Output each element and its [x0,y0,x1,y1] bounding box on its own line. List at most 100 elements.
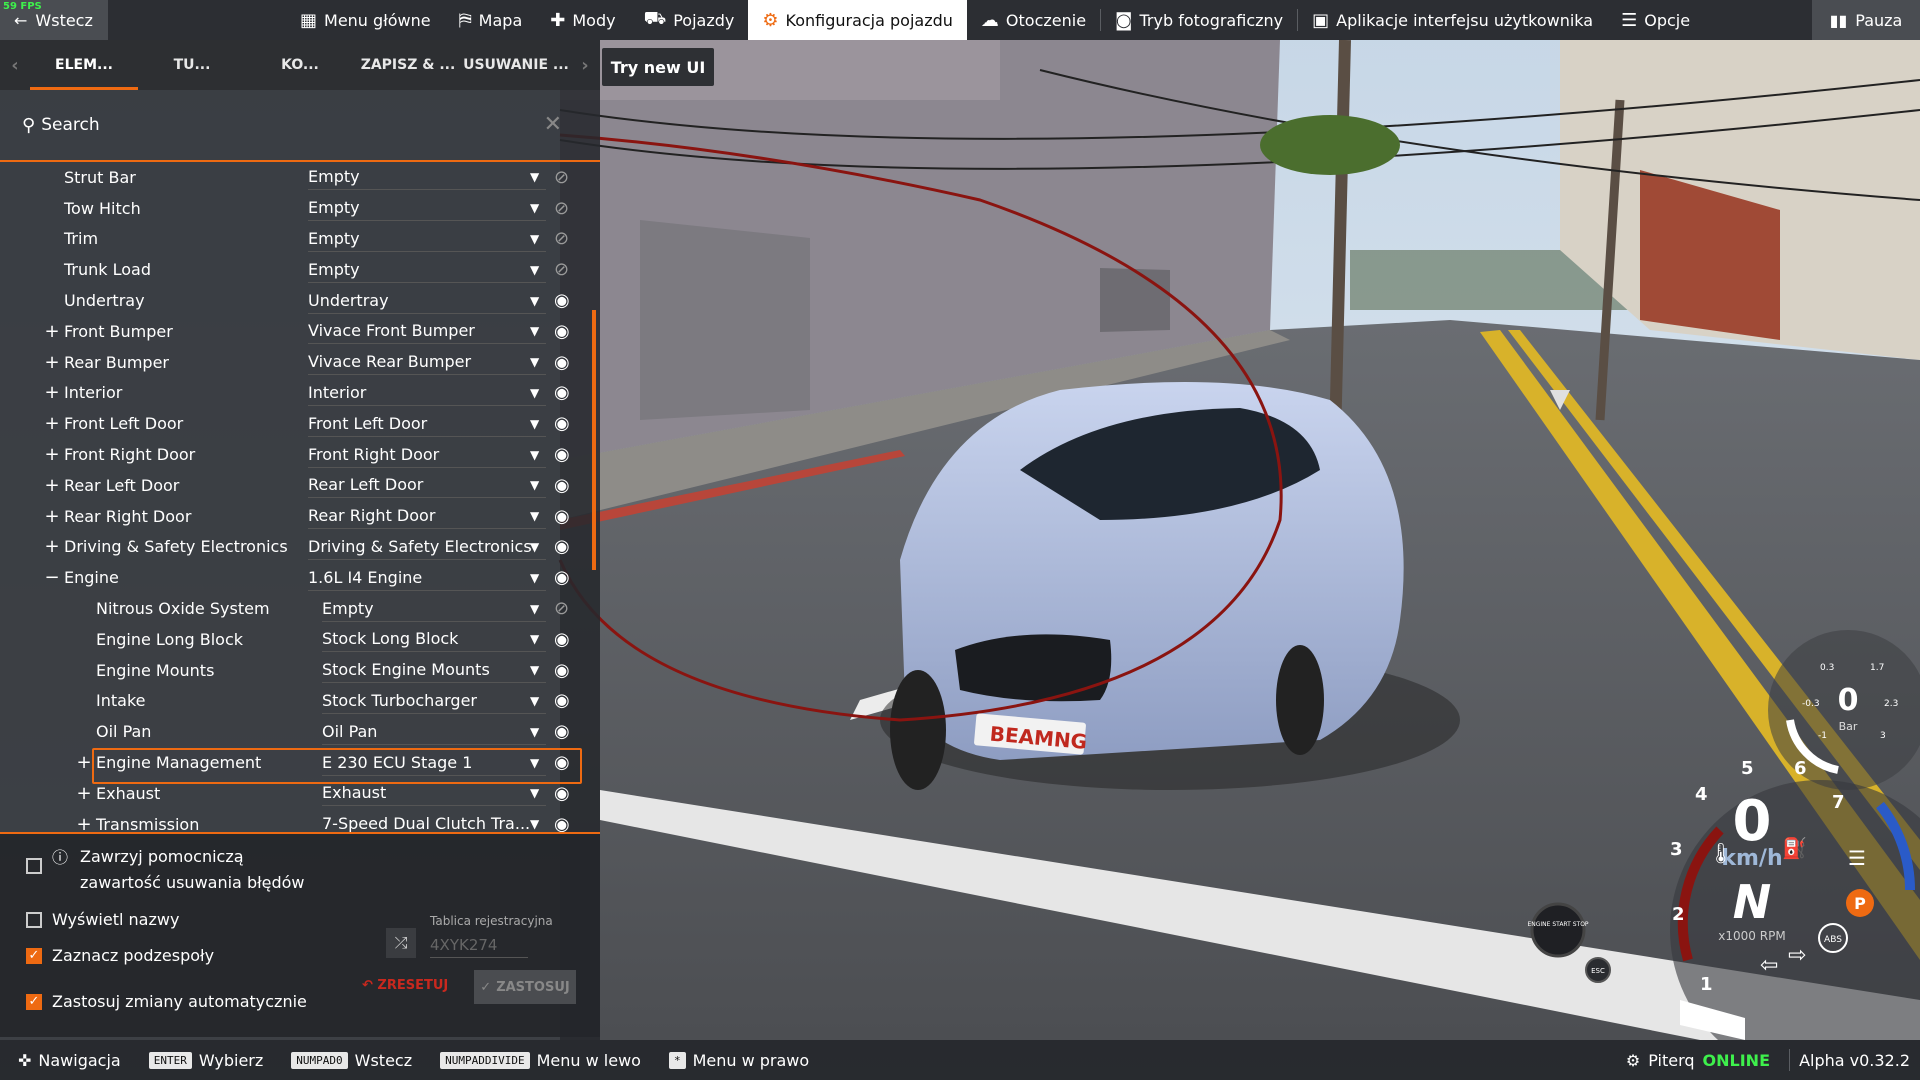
part-dropdown[interactable]: 7-Speed Dual Clutch Tra... [322,811,546,832]
eye-off-icon[interactable]: ⊘ [554,228,569,249]
tab-parts[interactable]: ELEM... [30,40,138,90]
eye-icon[interactable]: ◉ [554,752,570,773]
eye-icon[interactable]: ◉ [554,444,570,465]
tab-debug[interactable]: USUWANIE ... [462,40,570,90]
expand-icon[interactable]: + [44,413,60,434]
eye-icon[interactable]: ◉ [554,690,570,711]
chevron-down-icon[interactable]: ▼ [530,478,539,492]
engine-start-button[interactable] [1530,902,1586,958]
chevron-down-icon[interactable]: ▼ [530,232,539,246]
chevron-down-icon[interactable]: ▼ [530,663,539,677]
part-row[interactable]: + Rear Right Door Rear Right Door ▼ ◉ [0,501,600,532]
shuffle-icon[interactable]: ⤮ [386,928,416,958]
chevron-left-icon[interactable]: ‹ [0,55,30,76]
part-row[interactable]: + Front Bumper Vivace Front Bumper ▼ ◉ [0,316,600,347]
part-row[interactable]: Strut Bar Empty ▼ ⊘ [0,162,600,193]
eye-icon[interactable]: ◉ [554,536,570,557]
part-row[interactable]: − Engine 1.6L I4 Engine ▼ ◉ [0,562,600,593]
part-row[interactable]: + Front Left Door Front Left Door ▼ ◉ [0,408,600,439]
part-row[interactable]: Engine Long Block Stock Long Block ▼ ◉ [0,624,600,655]
apply-button[interactable]: ✓ ZASTOSUJ [474,970,576,1004]
part-row[interactable]: + Engine Management E 230 ECU Stage 1 ▼ ◉ [0,747,600,785]
back-button[interactable]: 59 FPS ← Wstecz [0,0,108,40]
menu-item-ui-apps[interactable]: ▣ Aplikacje interfejsu użytkownika [1298,0,1607,40]
part-dropdown[interactable]: Empty [322,596,546,622]
eye-icon[interactable]: ◉ [554,382,570,403]
part-row[interactable]: + Interior Interior ▼ ◉ [0,378,600,409]
collapse-icon[interactable]: − [44,567,60,588]
part-row[interactable]: Undertray Undertray ▼ ◉ [0,285,600,316]
eye-icon[interactable]: ◉ [554,660,570,681]
close-icon[interactable]: ✕ [544,112,562,137]
part-dropdown[interactable]: Vivace Rear Bumper [308,349,546,376]
expand-icon[interactable]: + [44,506,60,527]
part-row[interactable]: Intake Stock Turbocharger ▼ ◉ [0,686,600,717]
pause-button[interactable]: ▮▮ Pauza [1812,0,1920,40]
part-row[interactable]: Oil Pan Oil Pan ▼ ◉ [0,716,600,747]
chevron-right-icon[interactable]: › [570,55,600,76]
eye-icon[interactable]: ◉ [554,413,570,434]
chevron-down-icon[interactable]: ▼ [530,386,539,400]
part-dropdown[interactable]: Exhaust [322,780,546,807]
part-dropdown[interactable]: Undertray [308,288,546,314]
show-names-checkbox[interactable] [26,912,42,928]
part-dropdown[interactable]: Empty [308,195,546,222]
menu-item-map[interactable]: ⛿ Mapa [445,0,537,40]
expand-icon[interactable]: + [44,475,60,496]
eye-icon[interactable]: ◉ [554,475,570,496]
chevron-down-icon[interactable]: ▼ [530,632,539,646]
menu-item-environment[interactable]: ☁ Otoczenie [967,0,1100,40]
eye-icon[interactable]: ◉ [554,567,570,588]
part-dropdown[interactable]: Stock Long Block [322,626,546,653]
expand-icon[interactable]: + [44,382,60,403]
part-dropdown[interactable]: Front Left Door [308,411,546,437]
part-dropdown[interactable]: Driving & Safety Electronics [308,534,546,560]
eye-icon[interactable]: ◉ [554,321,570,342]
part-dropdown[interactable]: Rear Left Door [308,472,546,499]
part-row[interactable]: + Driving & Safety Electronics Driving & S… [0,532,600,563]
chevron-down-icon[interactable]: ▼ [530,294,539,308]
menu-item-vehicles[interactable]: ⛟ Pojazdy [630,0,749,40]
part-dropdown[interactable]: Stock Turbocharger [322,688,546,714]
eye-icon[interactable]: ◉ [554,783,570,804]
chevron-down-icon[interactable]: ▼ [530,509,539,523]
part-row[interactable]: + Rear Left Door Rear Left Door ▼ ◉ [0,470,600,501]
expand-icon[interactable]: + [44,352,60,373]
reset-button[interactable]: ↶ ZRESETUJ [362,978,448,993]
chevron-down-icon[interactable]: ▼ [530,540,539,554]
chevron-down-icon[interactable]: ▼ [530,602,539,616]
expand-icon[interactable]: + [76,783,92,804]
part-row[interactable]: + Exhaust Exhaust ▼ ◉ [0,778,600,809]
menu-item-photo-mode[interactable]: ◙ Tryb fotograficzny [1101,0,1297,40]
tab-tuning[interactable]: TU... [138,40,246,90]
menu-item-main[interactable]: ▦ Menu główne [286,0,445,40]
tab-save-load[interactable]: ZAPISZ & ... [354,40,462,90]
eye-off-icon[interactable]: ⊘ [554,598,569,619]
search-field[interactable]: ⚲ Search ✕ [0,90,600,162]
expand-icon[interactable]: + [76,752,92,773]
chevron-down-icon[interactable]: ▼ [530,355,539,369]
eye-off-icon[interactable]: ⊘ [554,259,569,280]
chevron-down-icon[interactable]: ▼ [530,756,539,770]
eye-icon[interactable]: ◉ [554,814,570,832]
part-dropdown[interactable]: Empty [308,164,546,191]
part-dropdown[interactable]: Vivace Front Bumper [308,318,546,345]
chevron-down-icon[interactable]: ▼ [530,817,539,831]
part-dropdown[interactable]: Rear Right Door [308,503,546,530]
part-dropdown[interactable]: Oil Pan [322,719,546,745]
menu-item-mods[interactable]: ✚ Mody [536,0,629,40]
license-plate-input[interactable]: 4XYK274 [430,936,528,958]
chevron-down-icon[interactable]: ▼ [530,263,539,277]
chevron-down-icon[interactable]: ▼ [530,448,539,462]
part-row[interactable]: + Transmission 7-Speed Dual Clutch Tra... ▼… [0,809,600,832]
part-row[interactable]: + Rear Bumper Vivace Rear Bumper ▼ ◉ [0,347,600,378]
eye-icon[interactable]: ◉ [554,352,570,373]
user-status[interactable]: ⚙ Piterq ONLINE [1626,1051,1770,1070]
eye-icon[interactable]: ◉ [554,629,570,650]
part-dropdown[interactable]: Stock Engine Mounts [322,657,546,684]
part-dropdown[interactable]: Empty [308,257,546,283]
try-new-ui-button[interactable]: Try new UI [602,48,714,86]
part-dropdown[interactable]: Empty [308,226,546,252]
auto-apply-checkbox[interactable]: ✓ [26,994,42,1010]
mark-subparts-checkbox[interactable]: ✓ [26,948,42,964]
